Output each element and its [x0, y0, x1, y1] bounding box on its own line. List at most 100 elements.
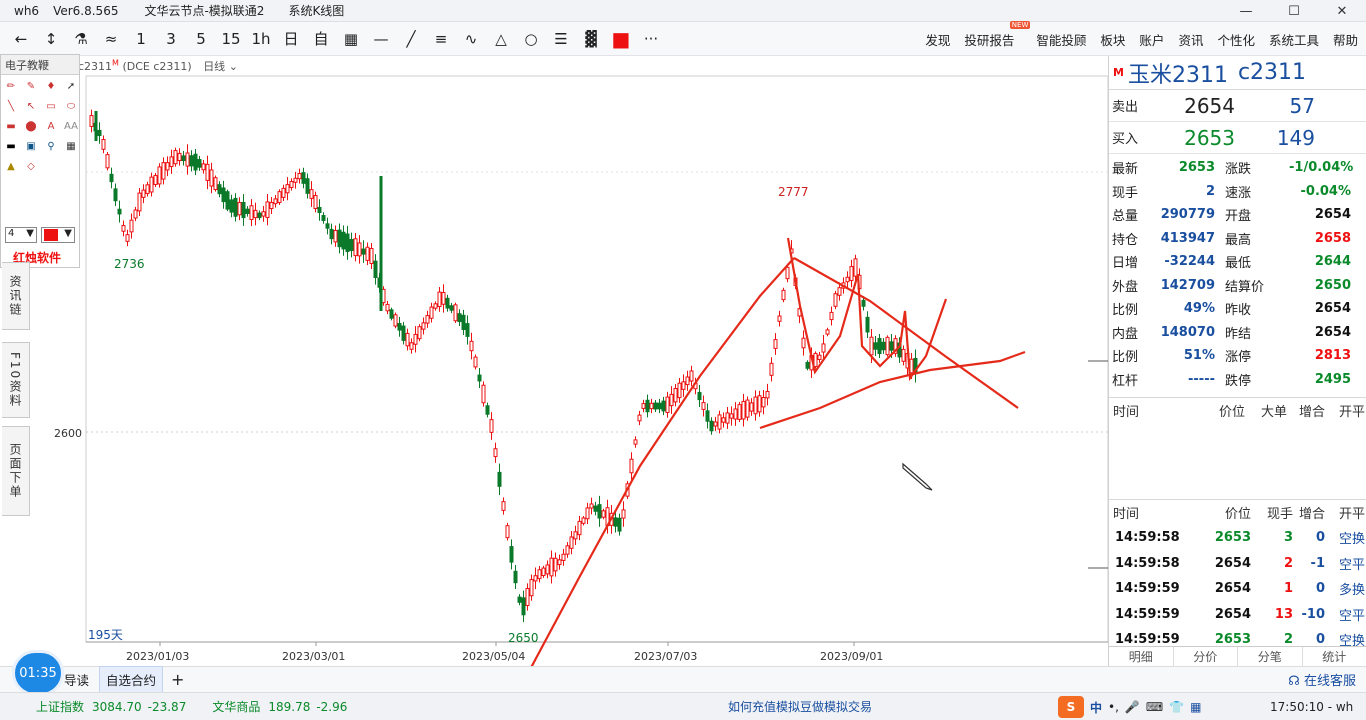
toolbar-tool-20[interactable]: ■	[606, 26, 636, 52]
stat-label-2: 结算价	[1225, 279, 1265, 295]
menu-system-tools[interactable]: 系统工具	[1269, 30, 1319, 49]
shirt-icon[interactable]: 👕	[1169, 700, 1184, 714]
toolbar-tool-15[interactable]: ∿	[456, 26, 486, 52]
tab-detail[interactable]: 明细	[1109, 647, 1174, 666]
toolbar-tool-6[interactable]: 5	[186, 26, 216, 52]
close-button[interactable]: ✕	[1318, 0, 1366, 22]
stat-label-2: 涨跌	[1225, 162, 1252, 178]
toolbar-tool-5[interactable]: 3	[156, 26, 186, 52]
keyboard-icon[interactable]: ⌨	[1146, 700, 1163, 714]
toolbar-tool-11[interactable]: ▦	[336, 26, 366, 52]
tick-type: 空平	[1338, 557, 1365, 573]
candle-body	[365, 246, 370, 261]
toolbar-tool-18[interactable]: ☰	[546, 26, 576, 52]
menu-account[interactable]: 账户	[1139, 30, 1164, 49]
chart-annotation: 2650	[508, 631, 539, 645]
tab-info-chain[interactable]: 资讯链	[2, 262, 30, 330]
menu-research[interactable]: 投研报告 NEW	[964, 20, 1031, 49]
open-folder-icon[interactable]: ▲	[1, 159, 21, 173]
eraser-icon[interactable]: ✏	[1, 79, 21, 93]
maximize-button[interactable]: ☐	[1270, 0, 1318, 22]
toolbar-tool-21[interactable]: ···	[636, 26, 666, 52]
candle-body	[453, 304, 458, 322]
toolbar-tool-19[interactable]: ▓	[576, 26, 606, 52]
menu-advisor[interactable]: 智能投顾	[1036, 30, 1086, 49]
image-icon[interactable]: ▣	[21, 139, 41, 153]
microphone-icon[interactable]: 🎤	[1125, 700, 1140, 714]
add-tab-button[interactable]: +	[171, 670, 184, 689]
toolbar-tool-3[interactable]: ≈	[96, 26, 126, 52]
toolbar-tool-17[interactable]: ○	[516, 26, 546, 52]
menu-discover[interactable]: 发现	[925, 30, 950, 49]
toolbar-tool-9[interactable]: 日	[276, 26, 306, 52]
candle-body	[193, 153, 198, 171]
filled-rect-icon[interactable]: ▬	[1, 119, 21, 133]
chevron-down-icon: ▼	[64, 228, 72, 239]
grid-icon[interactable]: ▦	[1190, 700, 1201, 714]
candle-body	[401, 325, 406, 341]
tab-stats[interactable]: 统计	[1303, 647, 1366, 666]
ask-row[interactable]: 卖出 2654 57	[1109, 90, 1366, 122]
bid-row[interactable]: 买入 2653 149	[1109, 122, 1366, 154]
save-icon[interactable]: ▦	[61, 139, 81, 153]
punctuation-icon[interactable]: •,	[1108, 700, 1119, 714]
stat-value-2: 2658	[1314, 230, 1351, 246]
candle-body	[705, 410, 710, 422]
kline-chart-area[interactable]: 2600 2023/01/03 2023/03/01 2023/05/04 2023/0…	[0, 56, 1108, 666]
promo-link[interactable]: 如何充值模拟豆做模拟交易	[728, 698, 872, 715]
menu-sector[interactable]: 板块	[1100, 30, 1125, 49]
color-selector[interactable]: ▼	[41, 227, 75, 243]
toolbar-tool-7[interactable]: 15	[216, 26, 246, 52]
text-icon[interactable]: A	[41, 119, 61, 133]
candle-body	[337, 229, 342, 248]
toolbar-tool-14[interactable]: ≡	[426, 26, 456, 52]
sogou-icon[interactable]: S	[1058, 696, 1084, 718]
online-service-button[interactable]: ☊ 在线客服	[1288, 670, 1356, 689]
width-selector[interactable]: 4 ▼	[5, 227, 37, 243]
rectangle-icon[interactable]: ▭	[41, 99, 61, 113]
thick-line-icon[interactable]: ▬	[1, 139, 21, 153]
tab-ticks[interactable]: 分笔	[1238, 647, 1303, 666]
minimize-button[interactable]: —	[1222, 0, 1270, 22]
kline-chart[interactable]: 2600 2023/01/03 2023/03/01 2023/05/04 2023/0…	[0, 56, 1108, 666]
buy-volume: 149	[1276, 125, 1315, 150]
menu-personalize[interactable]: 个性化	[1217, 30, 1255, 49]
toolbar-tool-13[interactable]: ╱	[396, 26, 426, 52]
chart-contract: c2311	[78, 60, 113, 73]
tab-watchlist[interactable]: 自选合约	[99, 666, 164, 693]
tab-guide[interactable]: 导读	[64, 670, 89, 689]
toolbar-tool-16[interactable]: △	[486, 26, 516, 52]
menu-news[interactable]: 资讯	[1178, 30, 1203, 49]
tab-f10[interactable]: F10资料	[2, 342, 30, 418]
candle-body	[125, 234, 130, 242]
diamond-icon[interactable]: ◇	[21, 159, 41, 173]
marker-icon[interactable]: ♦	[41, 79, 61, 93]
toolbar-tool-8[interactable]: 1h	[246, 26, 276, 52]
stat-row: 杠杆 ----- 跌停 2495	[1109, 368, 1366, 392]
font-size-icon[interactable]: AA	[61, 119, 81, 133]
toolbar-tool-12[interactable]: —	[366, 26, 396, 52]
candle-body	[241, 201, 246, 219]
filled-ellipse-icon[interactable]: ⬤	[21, 119, 41, 133]
arrow-icon[interactable]: ↖	[21, 99, 41, 113]
tick-row: 14:59:59 2654 13 -10 空平	[1109, 602, 1366, 628]
tab-order[interactable]: 页面下单	[2, 426, 30, 516]
contract-code: c2311	[1237, 60, 1307, 85]
candle-body	[473, 356, 478, 368]
zoom-icon[interactable]: ⚲	[41, 139, 61, 153]
pointer-icon[interactable]: ➚	[61, 79, 81, 93]
toolbar-tool-0[interactable]: ←	[6, 26, 36, 52]
menu-help[interactable]: 帮助	[1333, 30, 1358, 49]
tick-oi-change: 0	[1315, 530, 1325, 546]
line-icon[interactable]: ╲	[1, 99, 21, 113]
tab-price-dist[interactable]: 分价	[1174, 647, 1238, 666]
ellipse-icon[interactable]: ⬭	[61, 99, 81, 113]
pen-icon[interactable]: ✎	[21, 79, 41, 93]
toolbar-tool-10[interactable]: 自	[306, 26, 336, 52]
toolbar-tool-2[interactable]: ⚗	[66, 26, 96, 52]
toolbar-tool-1[interactable]: ↕	[36, 26, 66, 52]
toolbar-tool-4[interactable]: 1	[126, 26, 156, 52]
period-selector[interactable]: 日线 ⌄	[203, 60, 238, 73]
ime-chinese-icon[interactable]: 中	[1090, 699, 1102, 716]
candle-body	[481, 384, 486, 404]
